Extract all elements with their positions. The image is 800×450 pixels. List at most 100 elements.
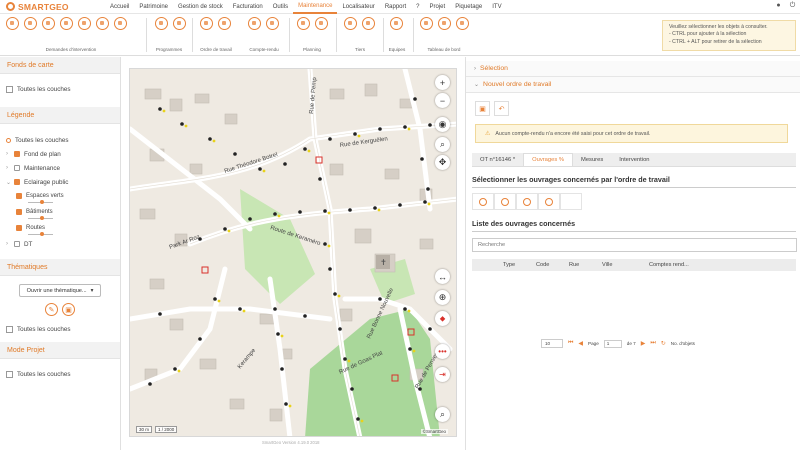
pencil-icon[interactable] xyxy=(114,17,127,30)
chevron-right-icon[interactable]: › xyxy=(6,151,14,157)
selection-accordion[interactable]: › Sélection xyxy=(466,61,800,77)
zoom-out-button[interactable]: − xyxy=(435,93,450,108)
locate-button[interactable]: ⊕ xyxy=(435,290,450,305)
refresh-icon[interactable]: ↻ xyxy=(661,340,666,347)
calendar-icon[interactable] xyxy=(297,17,310,30)
phone-icon[interactable] xyxy=(6,17,19,30)
user-icon[interactable]: ● xyxy=(775,2,782,10)
logout-icon[interactable]: ⏻ xyxy=(789,2,796,10)
next-page-icon[interactable]: ▶ xyxy=(641,340,646,347)
globe-button[interactable]: ◉ xyxy=(435,117,450,132)
report-list-icon[interactable] xyxy=(266,17,279,30)
program-list-icon[interactable] xyxy=(173,17,186,30)
edit-icon[interactable] xyxy=(60,17,73,30)
work-order-list-icon[interactable] xyxy=(218,17,231,30)
basemap-all-checkbox[interactable] xyxy=(6,85,13,93)
menu-item-localisateur[interactable]: Localisateur xyxy=(337,0,379,14)
page-number-input[interactable]: 1 xyxy=(603,339,622,348)
zoom-in-button[interactable]: + xyxy=(435,75,450,90)
work-order-icon[interactable] xyxy=(200,17,213,30)
thematic-all-row[interactable]: Toutes les couches xyxy=(0,322,120,336)
column-code[interactable]: Code xyxy=(536,262,549,268)
column-rue[interactable]: Rue xyxy=(569,262,579,268)
pan-button[interactable]: ✥ xyxy=(435,155,450,170)
layer-checkbox[interactable] xyxy=(14,241,20,247)
program-icon[interactable] xyxy=(155,17,168,30)
layer-maintenance[interactable]: › Maintenance xyxy=(0,161,120,175)
column-type[interactable]: Type xyxy=(503,262,515,268)
project-mode-header[interactable]: Mode Projet xyxy=(0,342,120,359)
legend-all-row[interactable]: Toutes les couches xyxy=(0,133,120,147)
map-pin-icon[interactable] xyxy=(78,17,91,30)
arrow-button[interactable]: ⇥ xyxy=(435,367,450,382)
select-remove-button[interactable] xyxy=(516,193,538,210)
layer-routes[interactable]: Routes xyxy=(0,223,120,233)
menu-item-piquetage[interactable]: Piquetage xyxy=(450,0,487,14)
basemap-header[interactable]: Fonds de carte xyxy=(0,57,120,74)
report-icon[interactable] xyxy=(248,17,261,30)
menu-item-projet[interactable]: Projet xyxy=(425,0,451,14)
layer-eclairage[interactable]: ⌄ Eclairage public xyxy=(0,175,120,189)
schedule-icon[interactable] xyxy=(315,17,328,30)
select-add-button[interactable] xyxy=(494,193,516,210)
contact-icon[interactable] xyxy=(344,17,357,30)
slider-handle[interactable] xyxy=(40,216,44,220)
open-thematic-dropdown[interactable]: Ouvrir une thématique... ▾ xyxy=(19,284,101,297)
list-icon[interactable] xyxy=(42,17,55,30)
layer-checkbox[interactable] xyxy=(16,193,22,199)
chevron-down-icon[interactable]: ⌄ xyxy=(6,179,14,186)
legend-header[interactable]: Légende xyxy=(0,107,120,124)
dashboard-icon[interactable] xyxy=(420,17,433,30)
prev-page-icon[interactable]: ◀ xyxy=(578,340,583,347)
tab-ot[interactable]: OT n°16146 * xyxy=(472,153,523,166)
tab-intervention[interactable]: Intervention xyxy=(611,153,657,166)
zoom-search-button[interactable]: ⌕ xyxy=(435,137,450,152)
save-thematic-button[interactable]: ▣ xyxy=(62,303,75,316)
opacity-slider[interactable] xyxy=(28,216,53,220)
select-polygon-button[interactable] xyxy=(538,193,560,210)
contact-list-icon[interactable] xyxy=(362,17,375,30)
layer-batiments[interactable]: Bâtiments xyxy=(0,207,120,217)
app-logo[interactable]: SMARTGEO xyxy=(0,0,105,14)
edit-thematic-button[interactable]: ✎ xyxy=(45,303,58,316)
layer-checkbox[interactable] xyxy=(14,151,20,157)
eraser-button[interactable]: ⬥ xyxy=(435,311,450,326)
thematic-header[interactable]: Thématiques xyxy=(0,259,120,276)
menu-item-facturation[interactable]: Facturation xyxy=(228,0,268,14)
select-point-button[interactable] xyxy=(472,193,494,210)
thematic-all-checkbox[interactable] xyxy=(6,325,13,333)
layer-checkbox[interactable] xyxy=(14,179,20,185)
save-order-button[interactable]: ▣ xyxy=(475,101,490,116)
opacity-slider[interactable] xyxy=(28,232,53,236)
menu-item-accueil[interactable]: Accueil xyxy=(105,0,134,14)
project-all-row[interactable]: Toutes les couches xyxy=(0,367,120,381)
layer-checkbox[interactable] xyxy=(16,209,22,215)
layer-fond-de-plan[interactable]: › Fond de plan xyxy=(0,147,120,161)
chart-icon[interactable] xyxy=(438,17,451,30)
measure-button[interactable]: ↔ xyxy=(435,269,450,284)
layer-dt[interactable]: › DT xyxy=(0,237,120,251)
menu-item-help[interactable]: ? xyxy=(411,0,424,14)
menu-item-maintenance[interactable]: Maintenance xyxy=(293,0,338,14)
slider-handle[interactable] xyxy=(40,200,44,204)
assets-search-input[interactable] xyxy=(472,238,797,252)
gauge-icon[interactable] xyxy=(456,17,469,30)
menu-item-patrimoine[interactable]: Patrimoine xyxy=(134,0,173,14)
map-search-button[interactable]: ⌕ xyxy=(435,407,450,422)
page-size-select[interactable]: 10 xyxy=(541,339,563,348)
more-button[interactable]: ••• xyxy=(435,344,450,359)
chevron-right-icon[interactable]: › xyxy=(6,165,14,171)
tab-mesures[interactable]: Mesures xyxy=(573,153,611,166)
last-page-icon[interactable]: ⏭ xyxy=(650,340,655,347)
layer-espaces-verts[interactable]: Espaces verts xyxy=(0,191,120,201)
slider-handle[interactable] xyxy=(40,232,44,236)
tab-ouvrages[interactable]: Ouvrages % xyxy=(523,153,573,166)
menu-item-outils[interactable]: Outils xyxy=(268,0,293,14)
legend-all-radio[interactable] xyxy=(6,137,11,143)
map-canvas[interactable]: Rue Théodore Botrel Route de Keraméro Ru… xyxy=(129,68,457,437)
layer-checkbox[interactable] xyxy=(16,225,22,231)
menu-item-itv[interactable]: ITV xyxy=(487,0,506,14)
first-page-icon[interactable]: ⏮ xyxy=(568,340,573,347)
new-order-accordion[interactable]: ⌄ Nouvel ordre de travail xyxy=(466,77,800,93)
undo-button[interactable]: ↶ xyxy=(494,101,509,116)
